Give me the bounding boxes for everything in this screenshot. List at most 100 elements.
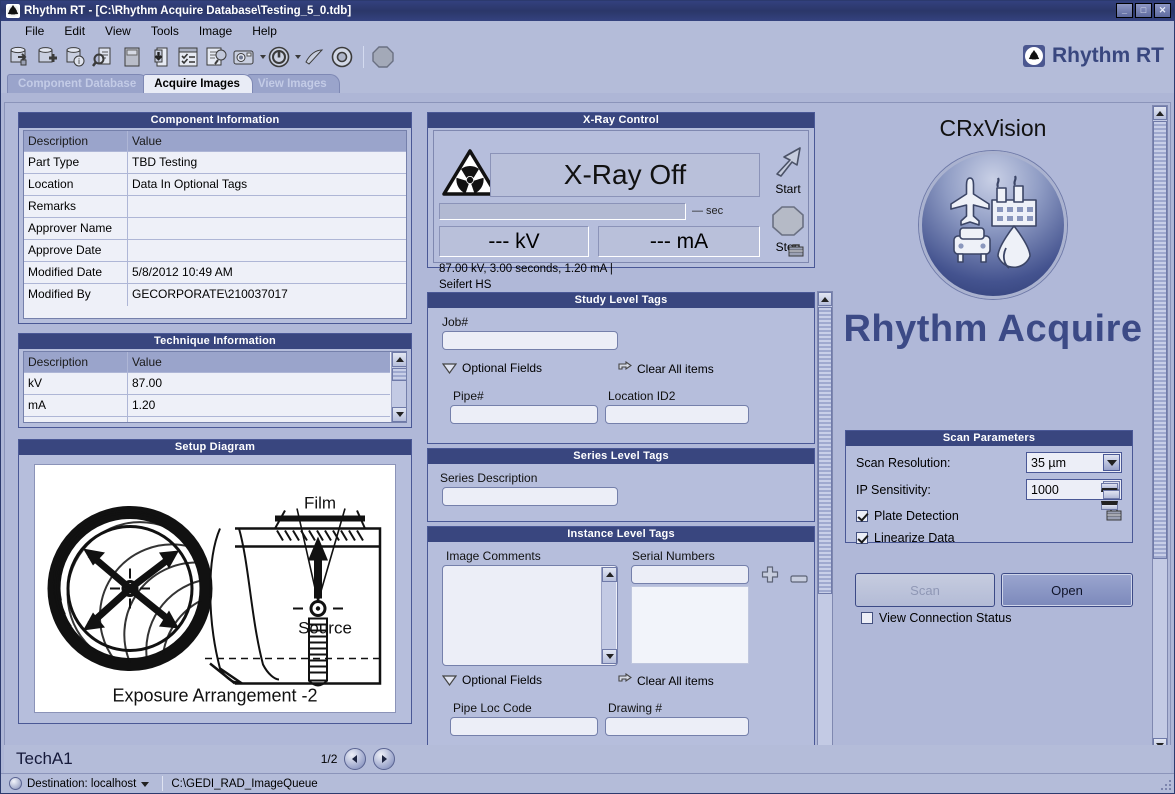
pipe-number-label: Pipe#: [453, 389, 484, 403]
location-id2-label: Location ID2: [608, 389, 676, 403]
image-comments-scrollbar[interactable]: [601, 567, 617, 664]
stop-octagon-icon[interactable]: [370, 44, 396, 70]
camera-icon[interactable]: [231, 44, 257, 70]
drawing-number-input[interactable]: [605, 717, 749, 736]
job-number-input[interactable]: [442, 331, 618, 350]
scroll-thumb[interactable]: [818, 307, 832, 594]
stepper-down-button[interactable]: [1101, 490, 1120, 510]
scroll-up-button[interactable]: [1153, 106, 1167, 120]
linearize-data-checkbox[interactable]: [856, 532, 868, 544]
xray-technique-line2: Seifert HS: [439, 279, 492, 291]
database-info-icon[interactable]: i: [63, 44, 89, 70]
plate-detection-row[interactable]: Plate Detection: [856, 507, 1122, 524]
remove-serial-icon[interactable]: [790, 572, 808, 586]
table-row[interactable]: kV 87.00: [24, 373, 390, 395]
component-information-grid[interactable]: Description Value Part Type TBD Testing …: [23, 130, 407, 319]
scroll-up-button[interactable]: [818, 292, 832, 306]
scroll-down-button[interactable]: [602, 649, 617, 664]
window-resize-grip[interactable]: [1160, 779, 1172, 791]
database-refresh-icon[interactable]: [7, 44, 33, 70]
scan-resolution-select[interactable]: 35 µm: [1026, 452, 1122, 473]
tab-acquire-images[interactable]: Acquire Images: [143, 74, 253, 93]
serial-numbers-input[interactable]: [631, 565, 749, 584]
maximize-button[interactable]: □: [1135, 3, 1152, 18]
image-comments-textarea[interactable]: [442, 565, 618, 666]
tab-component-database[interactable]: Component Database: [7, 74, 150, 93]
linearize-data-row[interactable]: Linearize Data: [856, 531, 1122, 545]
table-row[interactable]: Part Type TBD Testing: [24, 152, 406, 174]
minimize-button[interactable]: _: [1116, 3, 1133, 18]
scroll-thumb[interactable]: [1153, 121, 1167, 559]
xray-technique-note: 87.00 kV, 3.00 seconds, 1.20 mA | Seifer…: [439, 261, 613, 293]
xray-start-button[interactable]: Start: [764, 143, 812, 196]
study-optional-fields-toggle[interactable]: Optional Fields: [441, 361, 542, 375]
xray-toolbox-icon[interactable]: [788, 243, 804, 260]
menu-item-edit[interactable]: Edit: [54, 23, 95, 39]
instance-clear-all-button[interactable]: Clear All items: [618, 672, 714, 689]
setup-diagram-caption: Exposure Arrangement -2: [112, 686, 317, 706]
wand-icon[interactable]: [301, 44, 327, 70]
menu-item-image[interactable]: Image: [189, 23, 242, 39]
client-area: Component Information Description Value …: [4, 102, 1171, 762]
report-edit-icon[interactable]: [203, 44, 229, 70]
tags-pane-scrollbar[interactable]: [817, 291, 833, 762]
view-connection-status-row[interactable]: View Connection Status: [861, 611, 1012, 625]
scroll-up-button[interactable]: [602, 567, 617, 582]
table-row[interactable]: Approve Date: [24, 240, 406, 262]
ip-sensitivity-stepper[interactable]: 1000: [1026, 479, 1122, 510]
serial-numbers-list[interactable]: [631, 586, 749, 664]
document-import-icon[interactable]: [147, 44, 173, 70]
next-arrow-icon[interactable]: [373, 748, 396, 770]
plate-detection-checkbox[interactable]: [856, 509, 868, 522]
location-id2-input[interactable]: [605, 405, 749, 424]
view-connection-status-checkbox[interactable]: [861, 612, 873, 624]
scroll-thumb[interactable]: [392, 368, 406, 381]
chevron-down-icon[interactable]: [1103, 454, 1120, 471]
database-add-icon[interactable]: [35, 44, 61, 70]
right-pane-scrollbar[interactable]: [1152, 105, 1168, 753]
series-description-input[interactable]: [442, 487, 618, 506]
table-row[interactable]: Exposure (s) 3.00: [24, 417, 390, 422]
table-row[interactable]: mA 1.20: [24, 395, 390, 417]
scan-button[interactable]: Scan: [855, 573, 995, 607]
pipe-loc-code-label: Pipe Loc Code: [453, 701, 532, 715]
prev-arrow-icon[interactable]: [344, 748, 367, 770]
table-row[interactable]: Approver Name: [24, 218, 406, 240]
ip-sensitivity-label: IP Sensitivity:: [856, 482, 931, 497]
close-button[interactable]: ✕: [1154, 3, 1171, 18]
stepper-up-button[interactable]: [1101, 481, 1120, 492]
pipe-loc-code-input[interactable]: [450, 717, 598, 736]
destination-dropdown-caret-icon[interactable]: [141, 778, 150, 790]
menu-item-file[interactable]: File: [15, 23, 54, 39]
add-serial-icon[interactable]: [761, 566, 779, 587]
stop-octagon-icon: [772, 206, 804, 236]
menu-item-tools[interactable]: Tools: [141, 23, 189, 39]
table-row[interactable]: Modified Date 5/8/2012 10:49 AM: [24, 262, 406, 284]
document-search-icon[interactable]: [91, 44, 117, 70]
destination-label[interactable]: Destination: localhost: [27, 778, 136, 790]
column-header-value: Value: [132, 355, 162, 369]
brand-logo: Rhythm RT: [1023, 44, 1164, 68]
menu-item-view[interactable]: View: [95, 23, 141, 39]
study-clear-all-button[interactable]: Clear All items: [618, 360, 714, 377]
instance-optional-fields-toggle[interactable]: Optional Fields: [441, 673, 542, 687]
cell-description: Exposure (s): [24, 417, 128, 422]
open-button[interactable]: Open: [1001, 573, 1133, 607]
checklist-icon[interactable]: [175, 44, 201, 70]
pipe-number-input[interactable]: [450, 405, 598, 424]
table-row[interactable]: Modified By GECORPORATE\210037017: [24, 284, 406, 306]
lifering-icon[interactable]: [329, 44, 355, 70]
technique-grid-scrollbar[interactable]: [391, 352, 406, 422]
table-row[interactable]: Remarks: [24, 196, 406, 218]
menu-item-help[interactable]: Help: [242, 23, 287, 39]
xray-start-label: Start: [775, 182, 801, 196]
table-row[interactable]: Location Data In Optional Tags: [24, 174, 406, 196]
document-icon[interactable]: [119, 44, 145, 70]
scroll-up-button[interactable]: [392, 352, 406, 367]
technique-information-grid[interactable]: Description Value kV 87.00 mA 1.20 Expos…: [23, 351, 407, 423]
power-icon[interactable]: [266, 44, 292, 70]
window-title: Rhythm RT - [C:\Rhythm Acquire Database\…: [24, 5, 352, 17]
xray-technique-line1: 87.00 kV, 3.00 seconds, 1.20 mA |: [439, 263, 613, 275]
scroll-down-button[interactable]: [392, 407, 406, 422]
tab-view-images[interactable]: View Images: [246, 74, 340, 93]
